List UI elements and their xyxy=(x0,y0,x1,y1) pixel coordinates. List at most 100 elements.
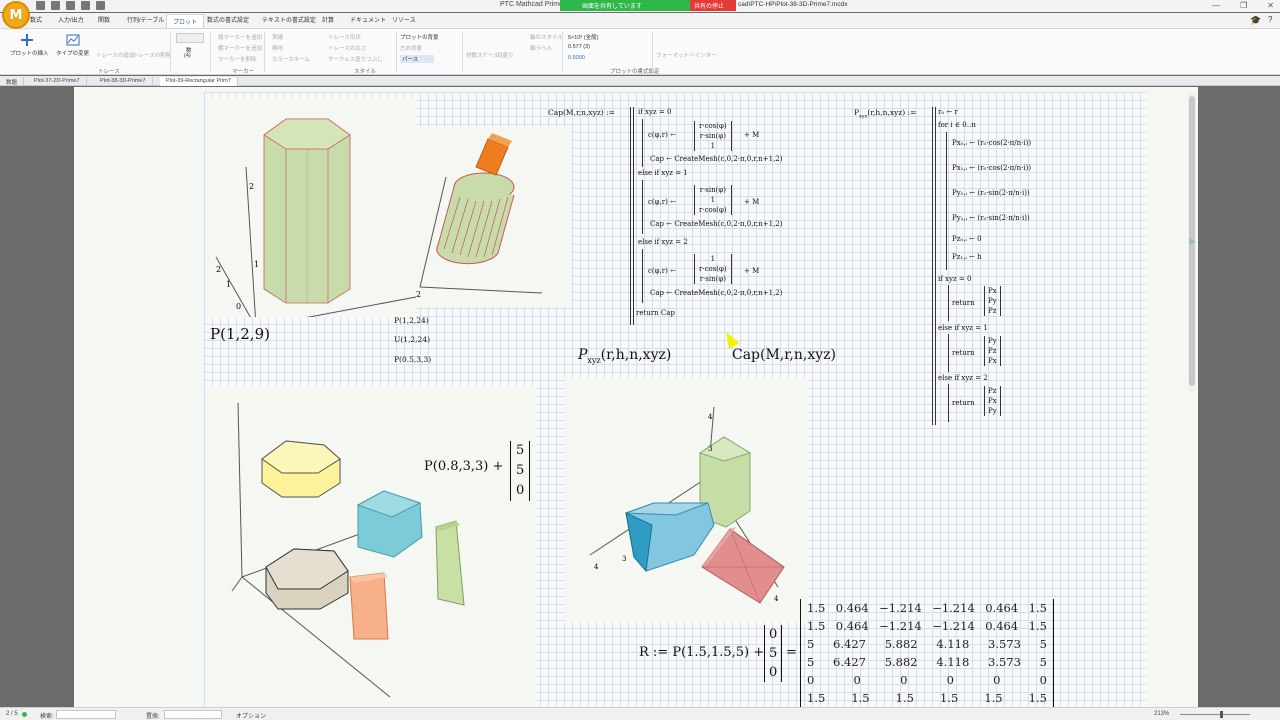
r-vector: 0 5 0 xyxy=(764,625,783,682)
tab-math[interactable]: 数式 xyxy=(30,15,42,24)
save-icon[interactable] xyxy=(66,1,75,10)
expr-p0833[interactable]: P(0.8,3,3) + xyxy=(424,459,503,474)
fill-none-dropdown[interactable]: 無地 xyxy=(272,44,283,52)
plot-background-dropdown[interactable]: プロットの背景 xyxy=(400,33,439,41)
cap-c2-rhs: + M xyxy=(744,267,760,275)
plot-expr-1[interactable]: U(1,2,24) xyxy=(394,335,430,344)
cap-c1-vector: r·sin(φ) 1 r·cos(φ) xyxy=(694,185,732,215)
matrix-cell: 0 xyxy=(1039,673,1047,687)
tab-document[interactable]: ドキュメント xyxy=(350,15,386,24)
tab-calculation[interactable]: 計算 xyxy=(322,15,334,24)
axis-labels-button[interactable]: 軸ラベル xyxy=(530,44,552,52)
matrix-cell: 1.5 xyxy=(984,691,1003,705)
open-icon[interactable] xyxy=(51,1,60,10)
collapsed-p-function[interactable]: Pxyz(r,h,n,xyz) xyxy=(578,347,671,365)
matrix-cell: 0.464 xyxy=(985,601,1019,615)
expr-p129[interactable]: P(1,2,9) xyxy=(210,325,270,343)
replace-input[interactable] xyxy=(164,710,222,719)
number-precision-dropdown[interactable]: 0.577 (3) xyxy=(568,44,590,50)
zoom-slider[interactable] xyxy=(1180,714,1250,715)
zoom-slider-thumb[interactable] xyxy=(1220,711,1223,718)
tab-plots[interactable]: プロット xyxy=(166,14,205,28)
count-input[interactable] xyxy=(176,33,204,43)
custom-background-button[interactable]: 方向背景 xyxy=(400,44,422,52)
plot-expr-0[interactable]: P(1,2,24) xyxy=(394,316,429,325)
tab-resources[interactable]: リソース xyxy=(392,15,416,24)
cap-if0: if xyz = 0 xyxy=(638,108,672,116)
delete-marker-button[interactable]: マーカーを削除 xyxy=(218,55,257,63)
tab-matrices[interactable]: 行列/テーブル xyxy=(127,15,164,24)
log-scale-button[interactable]: 対数スケール xyxy=(466,51,499,59)
search-input[interactable] xyxy=(56,710,116,719)
tab-functions[interactable]: 関数 xyxy=(98,15,110,24)
doc-tab-1[interactable]: Plot-37-2D-Prime7 xyxy=(28,77,87,86)
axis-format-button[interactable]: 軸のスタイル xyxy=(530,33,563,41)
doc-tab-2[interactable]: Plot-38-3D-Prime7 xyxy=(94,77,153,86)
cap-definition-header[interactable]: Cap(M,r,n,xyz) := xyxy=(548,108,615,117)
insert-plot-icon[interactable] xyxy=(20,33,34,47)
tab-text-formatting[interactable]: テキストの書式設定 xyxy=(262,15,316,24)
collapsed-p-args: (r,h,n,xyz) xyxy=(600,347,672,363)
stop-share-button[interactable]: 共有の停止 xyxy=(690,0,736,11)
matrix-cell: 5.882 xyxy=(884,637,918,651)
matrix-row: 5 6.427 5.882 4.118 3.573 5 xyxy=(807,653,1047,671)
search-label: 検索: xyxy=(40,714,54,720)
collapsed-cap-function[interactable]: Cap(M,r,n,xyz) xyxy=(732,347,836,363)
plot5-tick-4: 4 xyxy=(774,595,779,603)
tab-math-formatting[interactable]: 数式の書式設定 xyxy=(207,15,249,24)
plot-3d-prisms[interactable] xyxy=(206,387,536,707)
change-type-button[interactable]: タイプの変更 xyxy=(56,49,89,57)
format-painter-button[interactable]: フォーマットペインター xyxy=(656,51,717,59)
plot-3d-cylinder-b[interactable]: 2 xyxy=(416,127,572,307)
doc-tab-0[interactable]: 数題 xyxy=(0,77,25,86)
tab-io[interactable]: 入力/出力 xyxy=(58,15,84,24)
number-format-dropdown[interactable]: 5×10³ (全般) xyxy=(568,33,598,41)
help-icon[interactable]: ? xyxy=(1268,15,1272,24)
options-button[interactable]: オプション xyxy=(236,711,266,720)
quick-access-toolbar xyxy=(36,1,105,10)
tick-marks-button[interactable]: 目盛り xyxy=(497,51,514,59)
collapsed-p-sub: xyz xyxy=(587,355,601,365)
trace-add-button[interactable]: トレースの追加 xyxy=(96,51,134,59)
cap-c0-vec-2: 1 xyxy=(710,142,716,150)
p-ret2-2: Py xyxy=(988,407,997,415)
insert-plot-button[interactable]: プロットの挿入 xyxy=(10,49,49,57)
trace-delete-button[interactable]: トレースの削除 xyxy=(133,51,171,59)
p-return2: return xyxy=(952,399,975,407)
matrix-cell: 0.464 xyxy=(835,619,869,633)
add-vertical-marker-button[interactable]: 縦マーカーを追加 xyxy=(218,33,262,41)
trace-style-dropdown[interactable]: トレース形状 xyxy=(328,33,361,41)
change-type-icon[interactable] xyxy=(66,33,80,47)
redo-icon[interactable] xyxy=(96,1,105,10)
surface-fill-dropdown[interactable]: サーフェス塗りつぶし xyxy=(328,55,383,63)
restore-icon[interactable]: ❐ xyxy=(1240,1,1247,10)
p-if1: else if xyz = 1 xyxy=(938,324,988,332)
r-vec-0: 0 xyxy=(769,627,778,642)
trace-thickness-dropdown[interactable]: トレースの太さ xyxy=(328,44,366,52)
expr-r-definition[interactable]: R := P(1.5,1.5,5) + xyxy=(639,645,764,660)
matrix-cell: 1.5 xyxy=(1028,691,1047,705)
worksheet-page[interactable]: 2 1 0 1 2 P(1,2,9) 2 P(1,2,24) U(1,2,24)… xyxy=(74,87,1198,707)
panel-expand-icon[interactable]: ▶ xyxy=(1189,236,1196,247)
plot-3d-rectangular[interactable]: 4 3 4 3 4 xyxy=(564,377,808,623)
matrix-row: 5 6.427 5.882 4.118 3.573 5 xyxy=(807,635,1047,653)
plot-3d-cylinder-a[interactable]: 2 1 0 1 2 xyxy=(206,97,417,328)
perspective-button[interactable]: パース xyxy=(400,55,435,63)
p0833-vec-1: 5 xyxy=(516,463,525,478)
new-icon[interactable] xyxy=(36,1,45,10)
p-definition-header[interactable]: Pxyz(r,h,n,xyz) := xyxy=(854,108,916,120)
mathcad-logo-icon[interactable]: M xyxy=(2,1,30,29)
color-scheme-dropdown[interactable]: カラースキーム xyxy=(272,55,310,63)
plot-expr-2[interactable]: P(0.5,3,3) xyxy=(394,355,431,364)
minimize-icon[interactable]: — xyxy=(1212,1,1220,10)
matrix-cell: 5 xyxy=(1039,637,1047,651)
add-horizontal-marker-button[interactable]: 横マーカーを追加 xyxy=(218,44,262,52)
graduation-cap-icon[interactable]: 🎓 xyxy=(1250,15,1261,26)
doc-tab-3[interactable]: Plot-39-Rectangular Prim7 xyxy=(160,77,238,86)
cap-c2-vec-1: r·cos(φ) xyxy=(699,265,727,273)
close-icon[interactable]: ✕ xyxy=(1267,1,1274,10)
page-indicator: 2 / 5 xyxy=(6,711,18,717)
line-solid-dropdown[interactable]: 実線 xyxy=(272,33,283,41)
cap-if1: else if xyz = 1 xyxy=(638,169,688,177)
undo-icon[interactable] xyxy=(81,1,90,10)
